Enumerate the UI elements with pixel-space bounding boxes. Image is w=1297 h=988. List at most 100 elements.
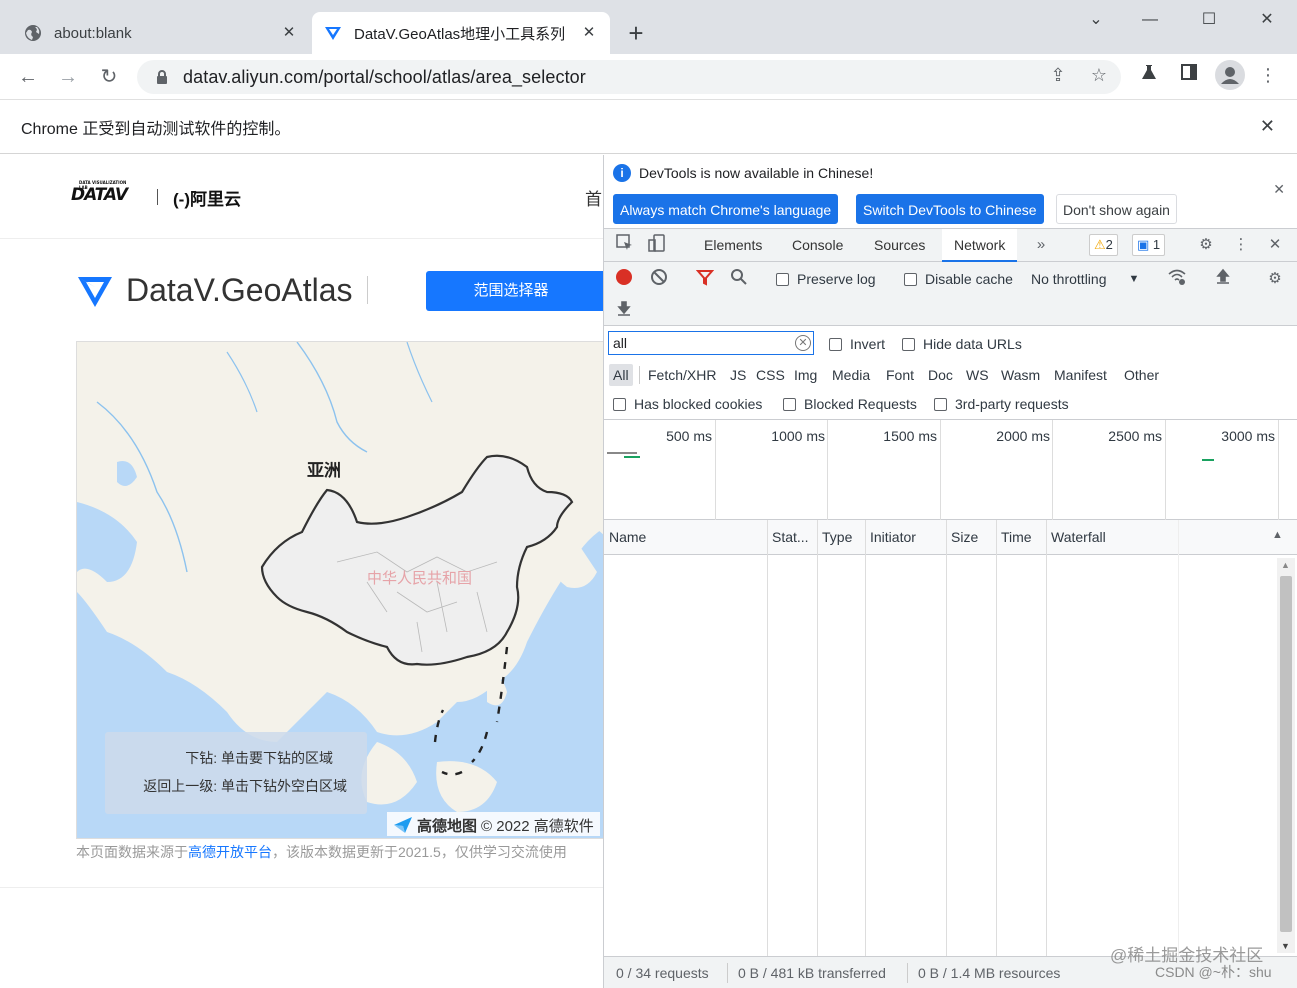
profile-avatar-icon[interactable] [1215, 60, 1245, 90]
checkbox-box[interactable] [776, 272, 789, 286]
sort-up-icon[interactable]: ▲ [1272, 529, 1283, 541]
tab-search-icon[interactable]: ⌄ [1076, 8, 1116, 32]
close-devtools-icon[interactable]: ✕ [1264, 234, 1286, 256]
clear-icon[interactable] [648, 268, 670, 290]
export-har-icon[interactable] [613, 300, 635, 322]
address-bar[interactable]: datav.aliyun.com/portal/school/atlas/are… [137, 60, 1121, 94]
tab-datav[interactable]: DataV.GeoAtlas地理小工具系列 ✕ [312, 12, 610, 54]
close-icon[interactable]: ✕ [280, 24, 298, 42]
datav-logo[interactable]: DATA VISUALIZATION LAB DATAV [71, 180, 128, 205]
tick-line [1165, 420, 1166, 520]
import-har-icon[interactable] [1212, 268, 1234, 290]
invert-checkbox[interactable]: Invert [829, 336, 885, 352]
web-page: DATA VISUALIZATION LAB DATAV (-)阿里云 首 Da… [0, 155, 603, 988]
inspect-element-icon[interactable] [614, 234, 636, 256]
menu-kebab-icon[interactable]: ⋮ [1256, 63, 1280, 87]
has-blocked-cookies-checkbox[interactable]: Has blocked cookies [613, 396, 762, 412]
warnings-badge[interactable]: ⚠2 [1089, 234, 1118, 256]
table-scrollbar[interactable]: ▲ ▼ [1277, 558, 1295, 953]
tick-line [1052, 420, 1053, 520]
minimize-button[interactable]: — [1130, 8, 1170, 32]
checkbox-box[interactable] [904, 272, 917, 286]
switch-to-chinese-button[interactable]: Switch DevTools to Chinese [856, 194, 1044, 224]
devtools-menu-icon[interactable]: ⋮ [1230, 234, 1252, 256]
col-time[interactable]: Time [996, 520, 1046, 555]
type-filter-media[interactable]: Media [832, 364, 870, 386]
type-filter-img[interactable]: Img [794, 364, 817, 386]
aliyun-logo[interactable]: (-)阿里云 [173, 185, 241, 210]
nav-home-link[interactable]: 首 [585, 185, 602, 210]
type-filter-font[interactable]: Font [886, 364, 914, 386]
scroll-down-icon[interactable]: ▼ [1281, 941, 1290, 951]
type-filter-js[interactable]: JS [730, 364, 746, 386]
network-overview-timeline[interactable]: 500 ms 1000 ms 1500 ms 2000 ms 2500 ms 3… [604, 420, 1297, 520]
tab-console[interactable]: Console [792, 229, 843, 262]
device-toolbar-icon[interactable] [646, 234, 668, 256]
col-status[interactable]: Stat... [767, 520, 817, 555]
network-conditions-icon[interactable] [1166, 268, 1188, 290]
more-tabs-chevron-icon[interactable]: » [1030, 234, 1052, 256]
share-icon[interactable]: ⇪ [1046, 63, 1070, 87]
reload-button[interactable]: ↻ [95, 63, 123, 91]
third-party-requests-checkbox[interactable]: 3rd-party requests [934, 396, 1069, 412]
forward-button[interactable]: → [54, 63, 82, 91]
col-name[interactable]: Name [604, 520, 767, 555]
dont-show-again-button[interactable]: Don't show again [1056, 194, 1177, 224]
amap-open-platform-link[interactable]: 高德开放平台 [188, 844, 272, 860]
throttling-select[interactable]: No throttling ▼ [1031, 271, 1139, 287]
network-settings-gear-icon[interactable]: ⚙ [1264, 268, 1286, 290]
checkbox-box[interactable] [783, 397, 796, 411]
extensions-flask-icon[interactable] [1137, 63, 1161, 87]
col-size[interactable]: Size [946, 520, 996, 555]
new-tab-button[interactable]: + [622, 20, 650, 48]
type-filter-wasm[interactable]: Wasm [1001, 364, 1040, 386]
range-selector-button[interactable]: 范围选择器 [426, 271, 603, 311]
bookmark-star-icon[interactable]: ☆ [1087, 63, 1111, 87]
tick-line [715, 420, 716, 520]
filter-funnel-icon[interactable] [694, 268, 716, 290]
disable-cache-checkbox[interactable]: Disable cache [904, 271, 1013, 287]
devtools-tabbar: Elements Console Sources Network » ⚠2 ▣ … [604, 229, 1297, 262]
preserve-log-checkbox[interactable]: Preserve log [776, 271, 876, 287]
map-canvas[interactable]: 亚洲 中华人民共和国 下钻: 单击要下钻的区域 返回上一级: 单击下钻外空白区域… [76, 341, 603, 839]
filter-input[interactable]: all ✕ [608, 331, 814, 355]
back-button[interactable]: ← [14, 63, 42, 91]
devtools-language-infobar: i DevTools is now available in Chinese! … [604, 155, 1297, 229]
close-window-button[interactable]: ✕ [1247, 8, 1287, 32]
scrollbar-thumb[interactable] [1280, 576, 1292, 932]
tab-about-blank[interactable]: about:blank ✕ [12, 12, 310, 54]
footer-suffix: ，该版本数据更新于2021.5，仅供学习交流使用 [272, 844, 567, 860]
close-icon[interactable]: ✕ [580, 24, 598, 42]
checkbox-box[interactable] [934, 397, 947, 411]
maximize-button[interactable]: ☐ [1189, 8, 1229, 32]
settings-gear-icon[interactable]: ⚙ [1195, 234, 1217, 256]
hide-data-urls-checkbox[interactable]: Hide data URLs [902, 336, 1022, 352]
tab-elements[interactable]: Elements [704, 229, 762, 262]
col-waterfall[interactable]: Waterfall [1046, 520, 1297, 555]
lock-icon[interactable] [155, 69, 169, 85]
col-initiator[interactable]: Initiator [865, 520, 946, 555]
type-filter-ws[interactable]: WS [966, 364, 989, 386]
always-match-language-button[interactable]: Always match Chrome's language [613, 194, 839, 224]
messages-badge[interactable]: ▣ 1 [1132, 234, 1166, 256]
type-filter-css[interactable]: CSS [756, 364, 785, 386]
tab-sources[interactable]: Sources [874, 229, 925, 262]
close-icon[interactable]: ✕ [1260, 116, 1275, 137]
type-filter-doc[interactable]: Doc [928, 364, 953, 386]
checkbox-box[interactable] [613, 397, 626, 411]
checkbox-box[interactable] [829, 337, 842, 351]
record-icon[interactable] [613, 268, 635, 290]
side-panel-icon[interactable] [1177, 63, 1201, 87]
scroll-up-icon[interactable]: ▲ [1281, 560, 1290, 570]
type-filter-manifest[interactable]: Manifest [1054, 364, 1107, 386]
col-type[interactable]: Type [817, 520, 865, 555]
tab-network[interactable]: Network [942, 229, 1018, 262]
clear-filter-icon[interactable]: ✕ [795, 335, 811, 351]
blocked-requests-checkbox[interactable]: Blocked Requests [783, 396, 917, 412]
close-icon[interactable]: ✕ [1273, 181, 1285, 198]
search-icon[interactable] [728, 268, 750, 290]
type-filter-all[interactable]: All [609, 364, 633, 386]
type-filter-fetch-xhr[interactable]: Fetch/XHR [648, 364, 716, 386]
type-filter-other[interactable]: Other [1124, 364, 1159, 386]
checkbox-box[interactable] [902, 337, 915, 351]
